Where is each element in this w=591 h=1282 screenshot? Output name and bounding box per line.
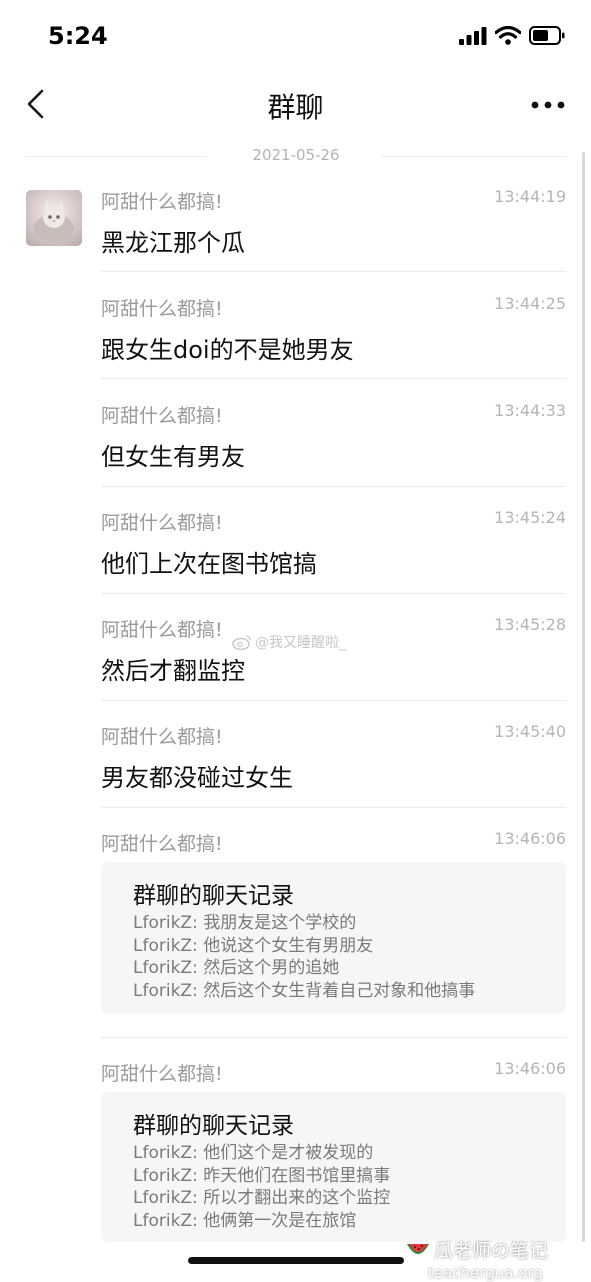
message-text: 跟女生doi的不是她男友 (101, 336, 354, 364)
status-time: 5:24 (48, 22, 108, 50)
chat-record-lines: LforikZ: 他们这个是才被发现的 LforikZ: 昨天他们在图书馆里搞事… (133, 1142, 390, 1232)
chat-record-title: 群聊的聊天记录 (133, 1113, 294, 1139)
message-text: 他们上次在图书馆搞 (101, 550, 317, 578)
brand-watermark-text: 瓜老师の笔记 (434, 1240, 549, 1262)
chat-record-line: LforikZ: 他俩第一次是在旅馆 (133, 1210, 357, 1231)
date-divider: 2021-05-26 (26, 146, 566, 168)
message-sender: 阿甜什么都搞! (101, 405, 223, 427)
message-time: 13:44:19 (494, 187, 566, 206)
message-text: 但女生有男友 (101, 443, 245, 471)
status-bar: 5:24 (0, 0, 591, 70)
message-item[interactable]: 阿甜什么都搞! 13:45:40 男友都没碰过女生 (101, 722, 566, 792)
chat-record-card[interactable]: 群聊的聊天记录 LforikZ: 他们这个是才被发现的 LforikZ: 昨天他… (101, 1092, 566, 1242)
chat-record-line: LforikZ: 他们这个是才被发现的 (133, 1143, 374, 1163)
chat-record-lines: LforikZ: 我朋友是这个学校的 LforikZ: 他说这个女生有男朋友 L… (133, 912, 475, 1002)
chat-record-line: LforikZ: 昨天他们在图书馆里搞事 (133, 1165, 391, 1186)
chat-record-line: LforikZ: 所以才翻出来的这个监控 (133, 1188, 391, 1209)
message-time: 13:45:24 (494, 508, 566, 527)
date-divider-text: 2021-05-26 (252, 146, 340, 164)
message-sender: 阿甜什么都搞! (101, 619, 223, 641)
brand-watermark: 瓜老师の笔记 teachergua.org (406, 1236, 548, 1282)
message-divider (101, 700, 566, 701)
battery-icon (529, 26, 565, 45)
weibo-watermark: @我又睡醒啦_ (232, 632, 346, 652)
message-time: 13:44:25 (494, 294, 566, 313)
cat-avatar-icon (34, 200, 74, 242)
chat-record-line: LforikZ: 他说这个女生有男朋友 (133, 935, 374, 956)
message-text: 然后才翻监控 (101, 657, 245, 685)
message-item[interactable]: 阿甜什么都搞! 13:45:24 他们上次在图书馆搞 (101, 508, 566, 578)
status-icons (459, 26, 565, 45)
message-time: 13:44:33 (494, 401, 566, 420)
home-indicator[interactable] (188, 1257, 404, 1264)
chat-record-line: LforikZ: 然后这个男的追她 (133, 958, 340, 979)
brand-watermark-title: 瓜老师の笔记 (406, 1236, 548, 1263)
chat-record-line: LforikZ: 我朋友是这个学校的 (133, 913, 357, 933)
message-sender: 阿甜什么都搞! (101, 298, 223, 320)
weibo-watermark-text: @我又睡醒啦_ (255, 635, 346, 651)
weibo-icon (232, 635, 252, 650)
message-sender: 阿甜什么都搞! (101, 1063, 223, 1085)
watermelon-icon (407, 1243, 429, 1254)
message-item[interactable]: 阿甜什么都搞! 13:46:06 (101, 829, 566, 859)
message-sender: 阿甜什么都搞! (101, 191, 223, 213)
more-dots-icon (531, 101, 565, 109)
more-button[interactable] (531, 96, 565, 114)
wifi-icon (495, 26, 521, 45)
message-divider (101, 486, 566, 487)
message-divider (101, 378, 566, 379)
date-divider-line-right (382, 156, 566, 157)
message-text: 黑龙江那个瓜 (101, 229, 245, 257)
chat-record-title: 群聊的聊天记录 (133, 883, 294, 909)
message-divider (101, 271, 566, 272)
chat-record-card[interactable]: 群聊的聊天记录 LforikZ: 我朋友是这个学校的 LforikZ: 他说这个… (101, 862, 566, 1014)
message-sender: 阿甜什么都搞! (101, 726, 223, 748)
cellular-signal-icon (459, 26, 487, 45)
page-title: 群聊 (267, 91, 324, 124)
message-text: 男友都没碰过女生 (101, 764, 293, 792)
message-item[interactable]: 阿甜什么都搞! 13:44:25 跟女生doi的不是她男友 (101, 294, 566, 364)
message-item[interactable]: 阿甜什么都搞! 13:44:19 黑龙江那个瓜 (101, 187, 566, 257)
message-divider (101, 1037, 566, 1038)
message-time: 13:46:06 (494, 1059, 566, 1078)
message-time: 13:45:40 (494, 722, 566, 741)
scrollbar[interactable] (582, 152, 585, 1242)
message-time: 13:45:28 (494, 615, 566, 634)
brand-watermark-url: teachergua.org (428, 1264, 543, 1282)
nav-bar: 群聊 (0, 70, 591, 140)
message-sender: 阿甜什么都搞! (101, 512, 223, 534)
message-time: 13:46:06 (494, 829, 566, 848)
avatar[interactable] (26, 190, 82, 246)
message-item[interactable]: 阿甜什么都搞! 13:44:33 但女生有男友 (101, 401, 566, 471)
message-divider (101, 807, 566, 808)
message-sender: 阿甜什么都搞! (101, 833, 223, 855)
message-divider (101, 593, 566, 594)
chat-record-line: LforikZ: 然后这个女生背着自己对象和他搞事 (133, 980, 476, 1001)
message-item[interactable]: 阿甜什么都搞! 13:46:06 (101, 1059, 566, 1089)
